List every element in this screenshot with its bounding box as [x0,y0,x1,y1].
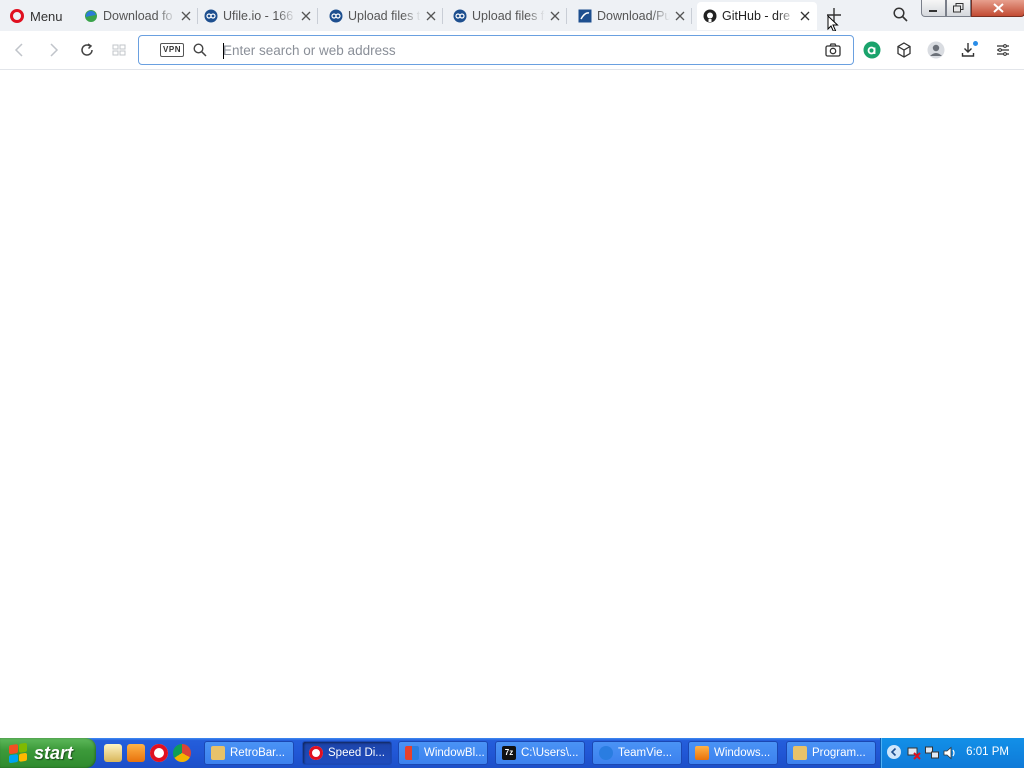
easy-setup-menu-icon[interactable] [994,41,1012,59]
opera-menu-button[interactable]: Menu [6,5,67,27]
tab-title: Ufile.io - 166 [223,9,294,23]
site-icon [578,9,592,23]
address-toolbar: VPN [0,31,1024,70]
tab-title: GitHub - dre [722,9,791,23]
ufile-icon [204,9,218,23]
task-program[interactable]: Program... [786,741,876,765]
windowblinds-icon [405,746,419,760]
task-speed-dial[interactable]: Speed Di... [302,741,392,765]
tab-title: Upload files t [348,9,421,23]
tab-upload-files-2[interactable]: Upload files f [447,2,567,30]
profile-avatar-icon[interactable] [927,41,945,59]
restore-button[interactable] [946,0,971,17]
snapshot-camera-icon[interactable] [825,43,841,57]
show-hidden-icons-chevron-icon[interactable] [887,745,901,759]
reload-icon[interactable] [79,42,95,58]
media-player-icon [695,746,709,760]
tab-close-icon[interactable] [425,10,437,22]
vpn-badge[interactable]: VPN [160,43,184,57]
task-label: Windows... [714,747,771,759]
opera-icon[interactable] [150,744,168,762]
window-controls [921,0,1024,19]
task-label: WindowBl... [424,747,485,759]
search-icon [193,43,207,57]
windows-flag-icon [9,742,27,764]
folder-icon [793,746,807,760]
media-player-icon[interactable] [127,744,145,762]
downloads-icon[interactable] [960,41,978,59]
network-error-icon[interactable] [907,746,921,760]
tab-title: Download/Pu [597,9,670,23]
teamviewer-icon [599,746,613,760]
task-retrobar[interactable]: RetroBar... [204,741,294,765]
extensions-cube-icon[interactable] [895,41,913,59]
back-icon[interactable] [12,42,28,58]
tab-close-icon[interactable] [300,10,312,22]
volume-icon[interactable] [943,746,957,760]
edge-icon [84,9,98,23]
address-input[interactable] [223,40,803,60]
task-label: Speed Di... [328,747,385,759]
forward-icon[interactable] [45,42,61,58]
extension-a-icon[interactable] [863,41,881,59]
start-button[interactable]: start [0,738,96,768]
tab-download-pu[interactable]: Download/Pu [572,2,692,30]
tab-download-edge[interactable]: Download fo [78,2,198,30]
tab-strip: Menu Download fo Ufile.io - 166 Upload f… [0,0,1024,33]
tab-title: Upload files f [472,9,545,23]
7zip-icon: 7z [502,746,516,760]
tab-title: Download fo [103,9,173,23]
tab-upload-files-1[interactable]: Upload files t [323,2,443,30]
task-windowblinds[interactable]: WindowBl... [398,741,488,765]
explorer-icon[interactable] [104,744,122,762]
start-label: start [34,742,74,763]
tab-close-icon[interactable] [799,10,811,22]
network-computers-icon[interactable] [925,746,939,760]
tab-close-icon[interactable] [180,10,192,22]
quick-launch [104,744,191,762]
task-label: C:\Users\... [521,747,579,759]
task-7zip[interactable]: 7z C:\Users\... [495,741,585,765]
tab-search-icon[interactable] [893,7,908,22]
page-content-area [0,70,1024,738]
window-close-button[interactable] [971,0,1024,17]
tab-ufile[interactable]: Ufile.io - 166 [198,2,318,30]
ufile-icon [329,9,343,23]
task-windows[interactable]: Windows... [688,741,778,765]
speed-dial-grid-icon[interactable] [111,42,127,58]
task-label: RetroBar... [230,747,285,759]
ufile-icon [453,9,467,23]
opera-icon [309,746,323,760]
system-tray: 6:01 PM [880,738,1024,768]
tab-github[interactable]: GitHub - dre [697,2,817,30]
tab-close-icon[interactable] [549,10,561,22]
tab-close-icon[interactable] [674,10,686,22]
opera-logo-icon [10,9,24,23]
minimize-button[interactable] [921,0,946,17]
address-bar[interactable]: VPN [138,35,854,65]
task-teamviewer[interactable]: TeamVie... [592,741,682,765]
text-caret [223,43,224,59]
task-label: Program... [812,747,866,759]
menu-label: Menu [30,8,63,24]
github-icon [703,9,717,23]
chrome-icon[interactable] [173,744,191,762]
task-label: TeamVie... [618,747,673,759]
folder-icon [211,746,225,760]
windows-taskbar: start RetroBar... Speed Di... WindowBl..… [0,738,1024,768]
clock[interactable]: 6:01 PM [966,746,1009,758]
